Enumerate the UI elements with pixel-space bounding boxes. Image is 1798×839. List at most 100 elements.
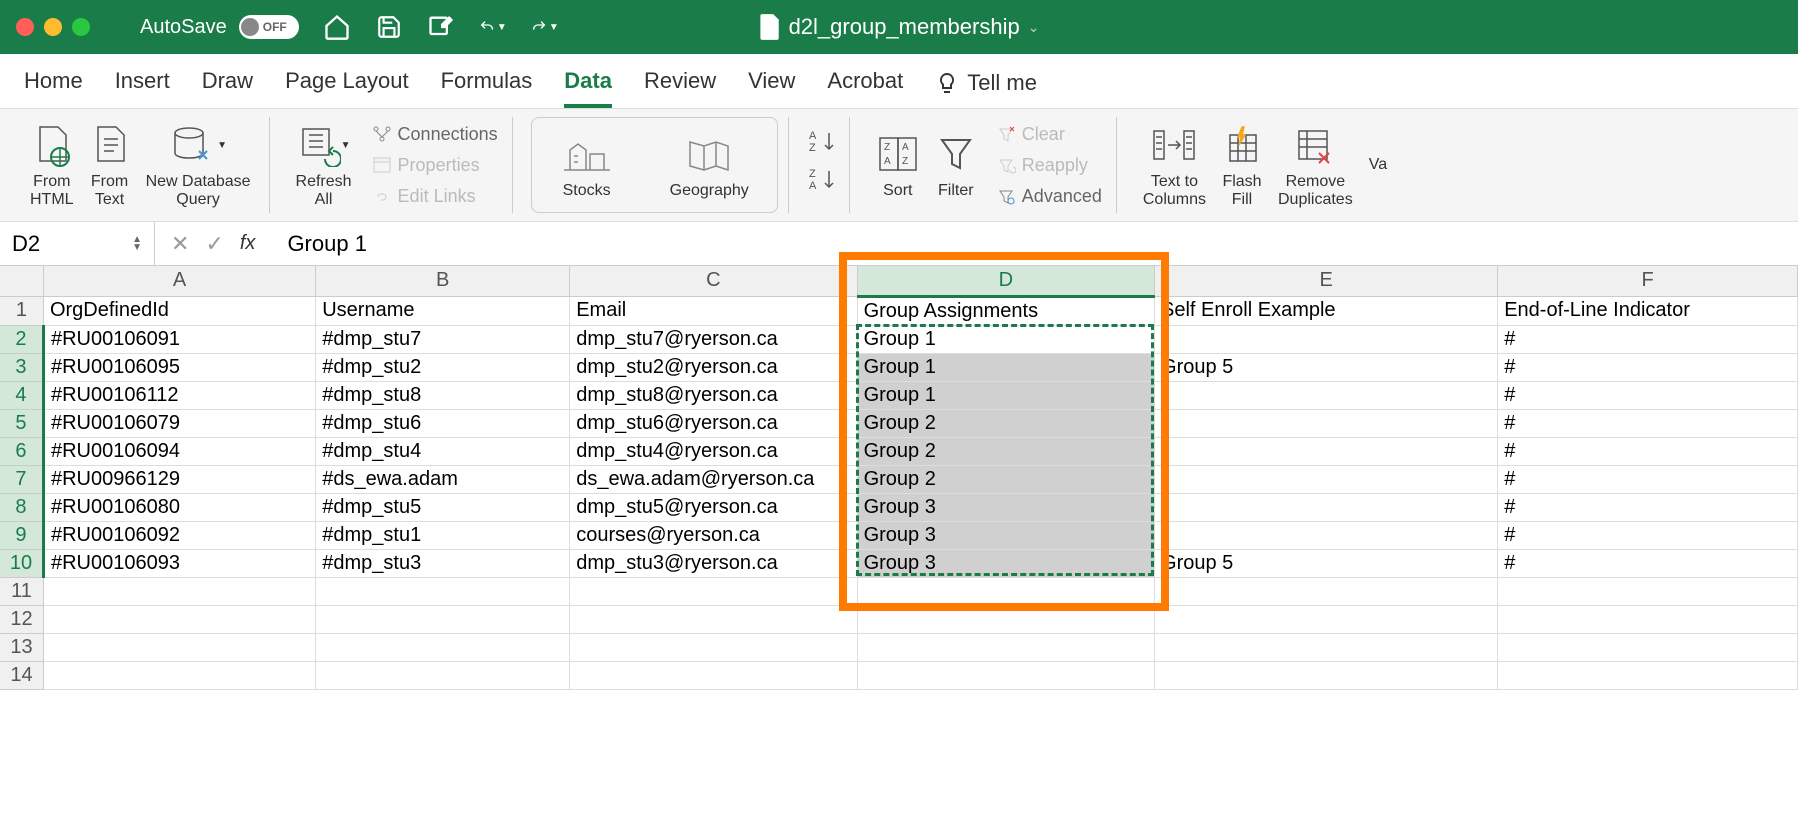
row-header-2[interactable]: 2 bbox=[0, 325, 43, 353]
undo-icon[interactable]: ▼ bbox=[479, 13, 507, 41]
cell-F11[interactable] bbox=[1498, 577, 1798, 605]
cell-C2[interactable]: dmp_stu7@ryerson.ca bbox=[570, 325, 857, 353]
close-window-button[interactable] bbox=[16, 18, 34, 36]
cell-D1[interactable]: Group Assignments bbox=[857, 296, 1154, 325]
maximize-window-button[interactable] bbox=[72, 18, 90, 36]
cell-C8[interactable]: dmp_stu5@ryerson.ca bbox=[570, 493, 857, 521]
advanced-filter-button[interactable]: Advanced bbox=[992, 184, 1106, 209]
cell-A9[interactable]: #RU00106092 bbox=[43, 521, 315, 549]
column-header-C[interactable]: C bbox=[570, 266, 857, 296]
row-header-6[interactable]: 6 bbox=[0, 437, 43, 465]
cell-E7[interactable] bbox=[1155, 465, 1498, 493]
cell-C11[interactable] bbox=[570, 577, 857, 605]
cell-D7[interactable]: Group 2 bbox=[857, 465, 1154, 493]
cell-E1[interactable]: Self Enroll Example bbox=[1155, 296, 1498, 325]
row-header-10[interactable]: 10 bbox=[0, 549, 43, 577]
row-header-14[interactable]: 14 bbox=[0, 661, 43, 689]
cell-A7[interactable]: #RU00966129 bbox=[43, 465, 315, 493]
row-header-13[interactable]: 13 bbox=[0, 633, 43, 661]
from-text-button[interactable]: From Text bbox=[82, 117, 138, 213]
save-icon[interactable] bbox=[375, 13, 403, 41]
clear-filter-button[interactable]: Clear bbox=[992, 122, 1106, 147]
cell-D14[interactable] bbox=[857, 661, 1154, 689]
cell-E11[interactable] bbox=[1155, 577, 1498, 605]
tab-home[interactable]: Home bbox=[24, 68, 83, 108]
tab-view[interactable]: View bbox=[748, 68, 795, 108]
properties-button[interactable]: Properties bbox=[368, 153, 502, 178]
cell-F1[interactable]: End-of-Line Indicator bbox=[1498, 296, 1798, 325]
cell-F13[interactable] bbox=[1498, 633, 1798, 661]
column-header-D[interactable]: D bbox=[857, 266, 1154, 296]
select-all-corner[interactable] bbox=[0, 266, 43, 296]
cell-D2[interactable]: Group 1 bbox=[857, 325, 1154, 353]
cell-F3[interactable]: # bbox=[1498, 353, 1798, 381]
cell-C14[interactable] bbox=[570, 661, 857, 689]
autosave-toggle[interactable]: OFF bbox=[239, 15, 299, 39]
cell-B13[interactable] bbox=[316, 633, 570, 661]
redo-icon[interactable]: ▼ bbox=[531, 13, 559, 41]
tab-review[interactable]: Review bbox=[644, 68, 716, 108]
row-header-5[interactable]: 5 bbox=[0, 409, 43, 437]
cell-D3[interactable]: Group 1 bbox=[857, 353, 1154, 381]
cell-A3[interactable]: #RU00106095 bbox=[43, 353, 315, 381]
cell-F7[interactable]: # bbox=[1498, 465, 1798, 493]
cell-E14[interactable] bbox=[1155, 661, 1498, 689]
cell-F10[interactable]: # bbox=[1498, 549, 1798, 577]
from-html-button[interactable]: From HTML bbox=[22, 117, 82, 213]
cell-F2[interactable]: # bbox=[1498, 325, 1798, 353]
row-header-1[interactable]: 1 bbox=[0, 296, 43, 325]
confirm-formula-icon[interactable]: ✓ bbox=[205, 231, 223, 257]
sheet-edit-icon[interactable] bbox=[427, 13, 455, 41]
home-icon[interactable] bbox=[323, 13, 351, 41]
cell-C5[interactable]: dmp_stu6@ryerson.ca bbox=[570, 409, 857, 437]
row-header-3[interactable]: 3 bbox=[0, 353, 43, 381]
cell-D10[interactable]: Group 3 bbox=[857, 549, 1154, 577]
sort-ascending-button[interactable]: AZ bbox=[807, 129, 839, 155]
column-header-F[interactable]: F bbox=[1498, 266, 1798, 296]
flash-fill-button[interactable]: Flash Fill bbox=[1214, 117, 1270, 213]
cell-D5[interactable]: Group 2 bbox=[857, 409, 1154, 437]
name-box-stepper[interactable]: ▲▼ bbox=[132, 236, 142, 252]
cell-A8[interactable]: #RU00106080 bbox=[43, 493, 315, 521]
formula-input[interactable]: Group 1 bbox=[271, 231, 1798, 257]
cell-A10[interactable]: #RU00106093 bbox=[43, 549, 315, 577]
cell-F9[interactable]: # bbox=[1498, 521, 1798, 549]
column-header-A[interactable]: A bbox=[43, 266, 315, 296]
sort-descending-button[interactable]: ZA bbox=[807, 167, 839, 193]
row-header-7[interactable]: 7 bbox=[0, 465, 43, 493]
tab-page-layout[interactable]: Page Layout bbox=[285, 68, 409, 108]
cell-C9[interactable]: courses@ryerson.ca bbox=[570, 521, 857, 549]
cell-C4[interactable]: dmp_stu8@ryerson.ca bbox=[570, 381, 857, 409]
row-header-9[interactable]: 9 bbox=[0, 521, 43, 549]
reapply-filter-button[interactable]: Reapply bbox=[992, 153, 1106, 178]
geography-data-type-button[interactable]: Geography bbox=[662, 126, 757, 204]
tab-draw[interactable]: Draw bbox=[202, 68, 253, 108]
document-title[interactable]: d2l_group_membership ⌄ bbox=[759, 14, 1040, 40]
cell-D8[interactable]: Group 3 bbox=[857, 493, 1154, 521]
column-header-E[interactable]: E bbox=[1155, 266, 1498, 296]
cell-C10[interactable]: dmp_stu3@ryerson.ca bbox=[570, 549, 857, 577]
sort-button[interactable]: ZAAZ Sort bbox=[868, 126, 928, 204]
cell-A13[interactable] bbox=[43, 633, 315, 661]
cell-C7[interactable]: ds_ewa.adam@ryerson.ca bbox=[570, 465, 857, 493]
cell-A1[interactable]: OrgDefinedId bbox=[43, 296, 315, 325]
cell-A14[interactable] bbox=[43, 661, 315, 689]
cell-A11[interactable] bbox=[43, 577, 315, 605]
cell-B8[interactable]: #dmp_stu5 bbox=[316, 493, 570, 521]
row-header-8[interactable]: 8 bbox=[0, 493, 43, 521]
name-box[interactable]: D2 ▲▼ bbox=[0, 222, 155, 265]
text-to-columns-button[interactable]: Text to Columns bbox=[1135, 117, 1214, 213]
cell-D6[interactable]: Group 2 bbox=[857, 437, 1154, 465]
cell-B14[interactable] bbox=[316, 661, 570, 689]
cell-D9[interactable]: Group 3 bbox=[857, 521, 1154, 549]
connections-button[interactable]: Connections bbox=[368, 122, 502, 147]
cell-D13[interactable] bbox=[857, 633, 1154, 661]
cell-E4[interactable] bbox=[1155, 381, 1498, 409]
cell-A12[interactable] bbox=[43, 605, 315, 633]
cell-A6[interactable]: #RU00106094 bbox=[43, 437, 315, 465]
cell-C3[interactable]: dmp_stu2@ryerson.ca bbox=[570, 353, 857, 381]
cell-B3[interactable]: #dmp_stu2 bbox=[316, 353, 570, 381]
cell-B1[interactable]: Username bbox=[316, 296, 570, 325]
cell-B10[interactable]: #dmp_stu3 bbox=[316, 549, 570, 577]
row-header-12[interactable]: 12 bbox=[0, 605, 43, 633]
